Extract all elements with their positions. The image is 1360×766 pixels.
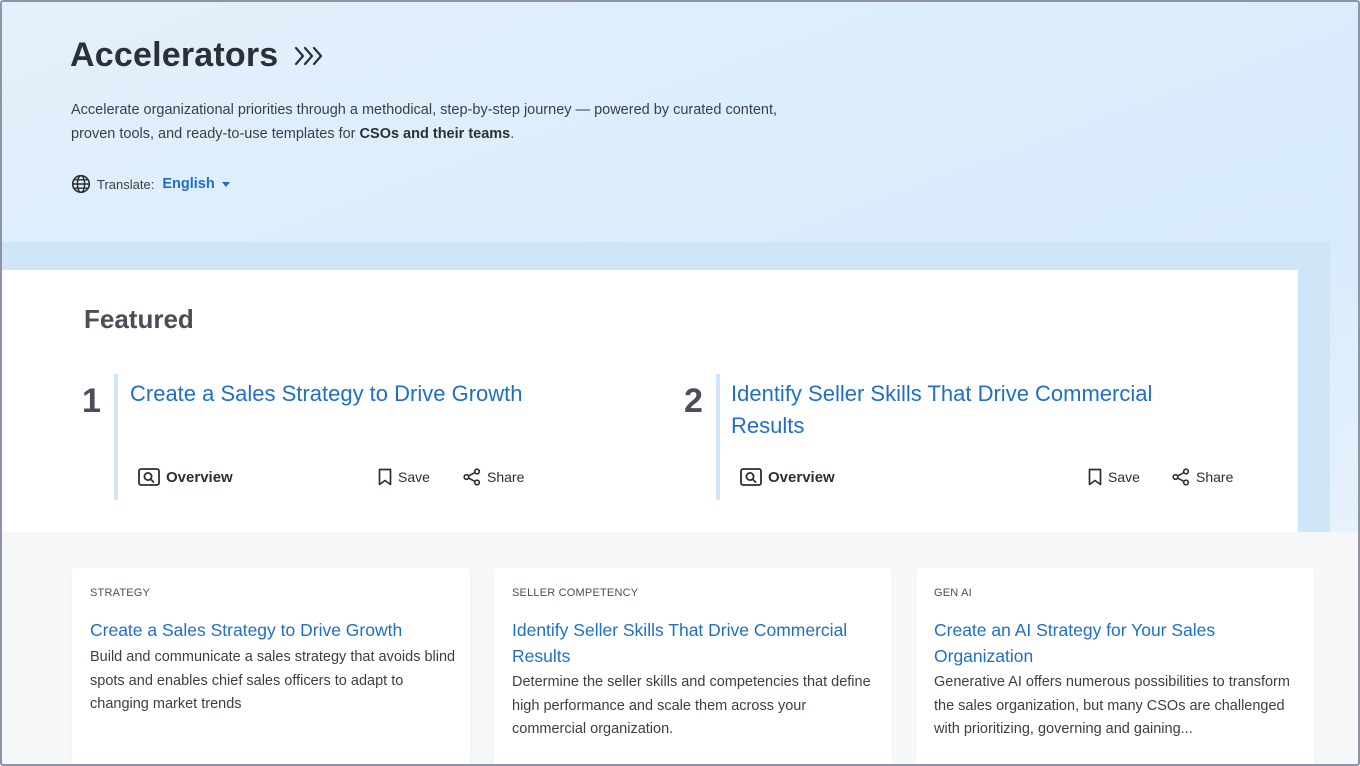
bookmark-icon <box>378 468 392 486</box>
title-row: Accelerators <box>70 36 326 75</box>
save-label: Save <box>1108 469 1140 485</box>
card-description: Determine the seller skills and competen… <box>512 674 871 737</box>
chevrons-icon <box>295 46 323 65</box>
card-title-link[interactable]: Identify Seller Skills That Drive Commer… <box>512 617 872 669</box>
page-title: Accelerators <box>70 36 279 74</box>
share-label: Share <box>487 469 525 485</box>
share-label: Share <box>1196 469 1234 485</box>
share-icon <box>463 468 481 486</box>
overview-label: Overview <box>768 468 835 486</box>
intro-suffix: . <box>510 126 515 142</box>
intro-text: Accelerate organizational priorities thr… <box>71 98 791 146</box>
overview-icon <box>138 468 160 486</box>
page-frame: Accelerators Accelerate organizational p… <box>0 0 1360 766</box>
card-category: STRATEGY <box>90 587 151 599</box>
card-category: SELLER COMPETENCY <box>512 587 639 599</box>
globe-icon <box>71 174 91 194</box>
overview-button[interactable]: Overview <box>138 468 233 486</box>
translate-label: Translate: <box>97 176 155 192</box>
share-icon <box>1172 468 1190 486</box>
translate-control: Translate: English <box>71 174 230 194</box>
featured-section: Featured 1 Create a Sales Strategy to Dr… <box>2 270 1298 532</box>
featured-divider <box>716 374 720 500</box>
share-button[interactable]: Share <box>463 468 524 486</box>
featured-number: 1 <box>82 382 101 420</box>
card-category: GEN AI <box>934 587 972 599</box>
overview-button[interactable]: Overview <box>740 468 835 486</box>
accelerator-card[interactable]: GEN AI Create an AI Strategy for Your Sa… <box>916 568 1314 764</box>
card-description: Build and communicate a sales strategy t… <box>90 649 456 712</box>
save-button[interactable]: Save <box>1088 468 1140 486</box>
card-title-link[interactable]: Create an AI Strategy for Your Sales Org… <box>934 617 1294 669</box>
featured-number: 2 <box>684 382 703 420</box>
caret-down-icon <box>221 181 230 187</box>
featured-divider <box>114 374 118 500</box>
featured-heading: Featured <box>84 304 194 334</box>
overview-label: Overview <box>166 468 233 486</box>
featured-item-link[interactable]: Create a Sales Strategy to Drive Growth <box>130 378 650 410</box>
save-label: Save <box>398 469 430 485</box>
card-title-link[interactable]: Create a Sales Strategy to Drive Growth <box>90 617 450 643</box>
featured-item-link[interactable]: Identify Seller Skills That Drive Commer… <box>731 378 1201 442</box>
card-description: Generative AI offers numerous possibilit… <box>934 674 1290 737</box>
accelerator-card[interactable]: SELLER COMPETENCY Identify Seller Skills… <box>494 568 892 764</box>
accelerator-card[interactable]: STRATEGY Create a Sales Strategy to Driv… <box>72 568 470 764</box>
bookmark-icon <box>1088 468 1102 486</box>
intro-bold: CSOs and their teams <box>359 126 511 142</box>
language-value: English <box>162 176 215 192</box>
overview-icon <box>740 468 762 486</box>
share-button[interactable]: Share <box>1172 468 1233 486</box>
language-dropdown[interactable]: English <box>162 176 230 192</box>
save-button[interactable]: Save <box>378 468 430 486</box>
